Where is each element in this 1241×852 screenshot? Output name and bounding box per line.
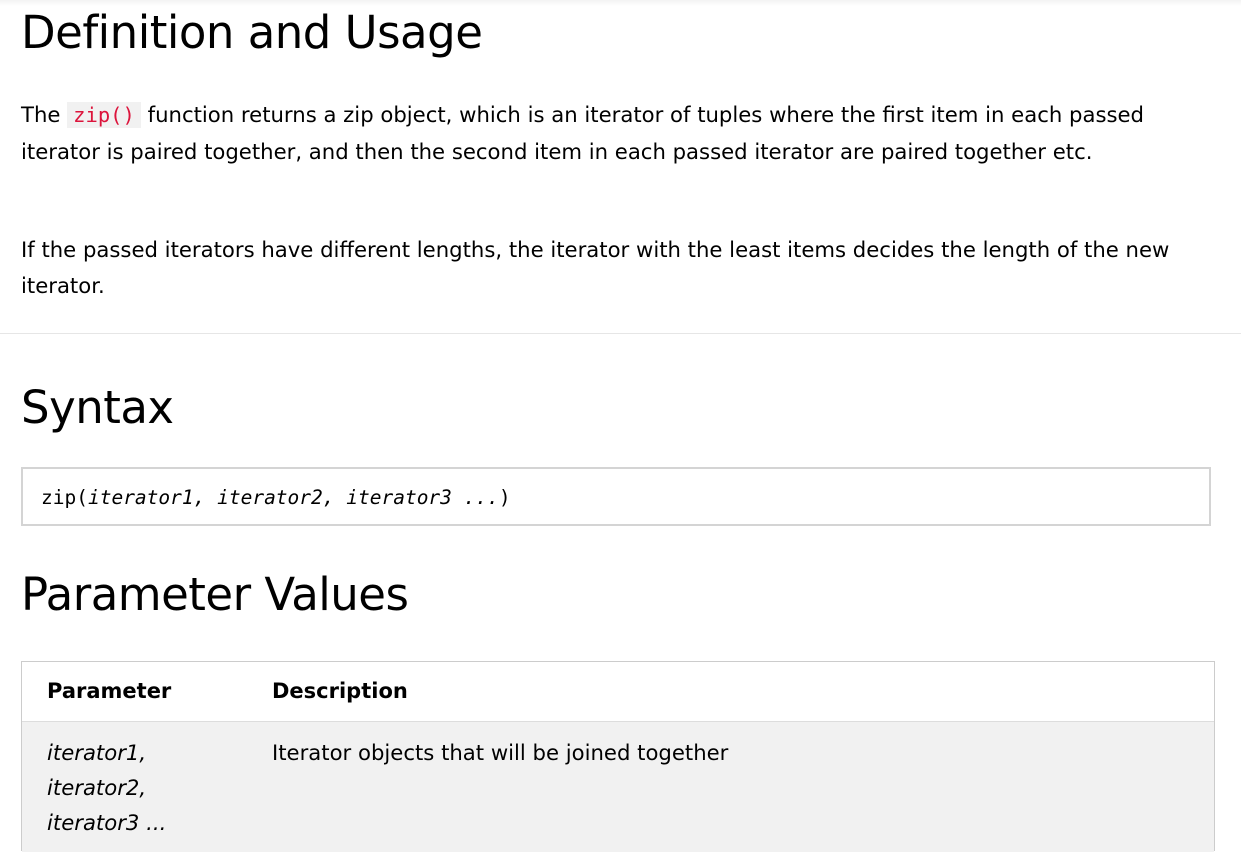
definition-paragraph: The zip() function returns a zip object,… (21, 97, 1211, 169)
param-iterator1: iterator1, (47, 740, 147, 765)
definition-heading: Definition and Usage (21, 6, 483, 59)
syntax-args: iterator1, iterator2, iterator3 ... (87, 486, 499, 509)
parameters-heading: Parameter Values (21, 568, 409, 621)
header-description: Description (272, 679, 408, 703)
syntax-heading: Syntax (21, 381, 174, 434)
inline-code-zip: zip() (67, 102, 141, 128)
page-content: Definition and Usage The zip() function … (0, 0, 1241, 852)
header-parameter: Parameter (47, 679, 172, 703)
syntax-code-line: zip(iterator1, iterator2, iterator3 ...) (41, 486, 511, 509)
definition-text-rest: function returns a zip object, which is … (21, 102, 1145, 164)
param-iterator3: iterator3 ... (47, 810, 167, 835)
lengths-paragraph: If the passed iterators have different l… (21, 237, 1170, 298)
definition-text-start: The (21, 102, 61, 127)
param-iterator2: iterator2, (47, 775, 147, 800)
parameters-table: Parameter Description iterator1, iterato… (21, 661, 1215, 852)
syntax-code-box: zip(iterator1, iterator2, iterator3 ...) (21, 467, 1211, 526)
section-divider (0, 333, 1241, 334)
param-cell: iterator1, iterator2, iterator3 ... (47, 735, 227, 840)
syntax-fn: zip( (41, 486, 88, 509)
table-row: iterator1, iterator2, iterator3 ... Iter… (22, 722, 1214, 852)
syntax-close: ) (498, 486, 511, 509)
table-header-row: Parameter Description (22, 662, 1214, 722)
description-cell: Iterator objects that will be joined tog… (272, 740, 729, 765)
